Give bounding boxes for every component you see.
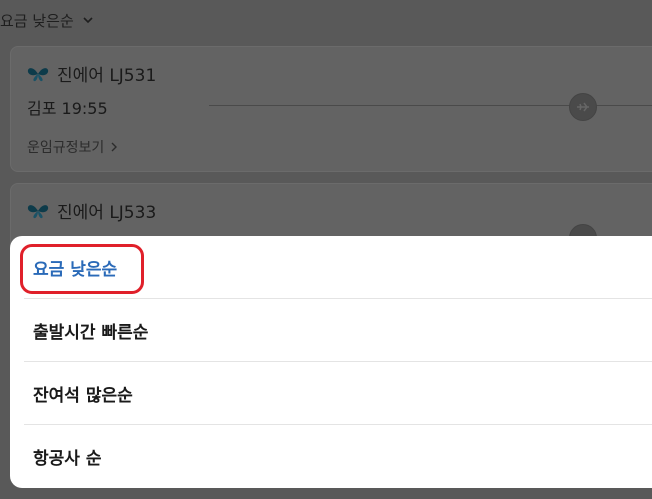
airline-row: 진에어 LJ531 <box>27 61 156 86</box>
departure-time: 김포 19:55 <box>27 99 108 118</box>
airline-flight-number: 진에어 LJ533 <box>57 203 157 223</box>
sort-option-label: 잔여석 많은순 <box>33 385 133 406</box>
sort-option-airline[interactable]: 항공사 순 <box>10 425 652 487</box>
jinair-logo-icon <box>27 204 49 218</box>
sort-dropdown[interactable]: 요금 낮은순 <box>0 8 94 32</box>
chevron-right-icon <box>111 142 118 152</box>
sort-option-label: 항공사 순 <box>33 448 102 469</box>
sort-option-label: 출발시간 빠른순 <box>33 322 149 343</box>
fare-rules-link[interactable]: 운임규정보기 <box>27 137 118 157</box>
sort-option-earliest-departure[interactable]: 출발시간 빠른순 <box>10 299 652 361</box>
chevron-down-icon <box>83 17 93 24</box>
airline-flight-number: 진에어 LJ531 <box>57 66 157 86</box>
airline-row: 진에어 LJ533 <box>27 198 156 223</box>
sort-option-most-seats[interactable]: 잔여석 많은순 <box>10 362 652 424</box>
plane-icon <box>569 93 597 121</box>
sort-dropdown-label: 요금 낮은순 <box>0 11 74 30</box>
flight-card[interactable]: 진에어 LJ531 김포 19:55 운임규정보기 <box>10 46 652 172</box>
fare-rules-label: 운임규정보기 <box>27 140 105 156</box>
selection-highlight-ring <box>20 244 144 294</box>
jinair-logo-icon <box>27 67 49 81</box>
